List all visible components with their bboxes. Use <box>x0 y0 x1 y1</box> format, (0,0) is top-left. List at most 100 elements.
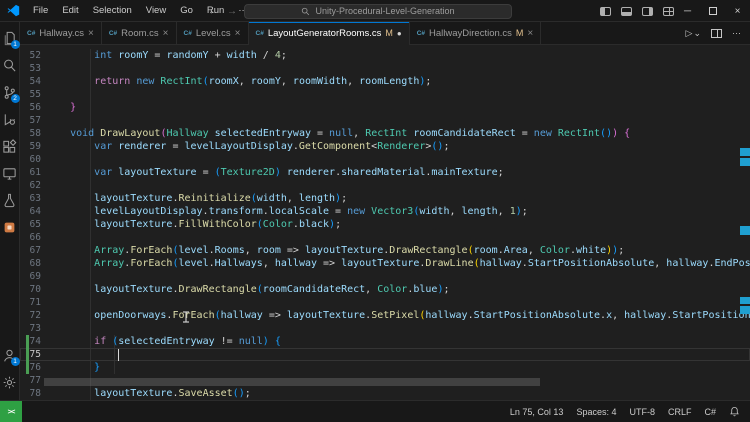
menu-go[interactable]: Go <box>173 0 200 22</box>
sidebar-item-source-control[interactable]: 2 <box>0 79 20 106</box>
tab-hallwaydirection[interactable]: C# HallwayDirection.cs M × <box>410 22 542 44</box>
accounts-button[interactable]: 1 <box>0 342 20 369</box>
sidebar-item-extension-colored[interactable] <box>0 214 20 241</box>
line-number[interactable]: 72 <box>20 309 46 322</box>
notifications-bell-icon[interactable] <box>729 406 740 417</box>
status-eol[interactable]: CRLF <box>668 407 692 417</box>
tab-layoutgeneratorrooms[interactable]: C# LayoutGeneratorRooms.cs M ● <box>249 22 410 44</box>
line-number[interactable]: 64 <box>20 205 46 218</box>
code-line[interactable]: 62 <box>20 179 750 192</box>
sidebar-item-testing[interactable] <box>0 187 20 214</box>
toggle-sidebar-icon[interactable] <box>600 7 611 16</box>
line-number[interactable]: 60 <box>20 153 46 166</box>
code-line[interactable]: 78 layoutTexture.SaveAsset(); <box>20 387 750 400</box>
code-line[interactable]: 57 <box>20 114 750 127</box>
menu-file[interactable]: File <box>26 0 55 22</box>
line-number[interactable]: 73 <box>20 322 46 335</box>
code-line[interactable]: 65 layoutTexture.FillWithColor(Color.bla… <box>20 218 750 231</box>
status-encoding[interactable]: UTF-8 <box>629 407 655 417</box>
code-line[interactable]: 60 <box>20 153 750 166</box>
line-number[interactable]: 65 <box>20 218 46 231</box>
code-line[interactable]: 76 } <box>20 361 750 374</box>
close-tab-icon[interactable]: × <box>527 28 533 39</box>
code-line[interactable]: 55 <box>20 88 750 101</box>
line-number[interactable]: 69 <box>20 270 46 283</box>
line-number[interactable]: 53 <box>20 62 46 75</box>
status-language[interactable]: C# <box>704 407 716 417</box>
code-line[interactable]: 61 var layoutTexture = (Texture2D) rende… <box>20 166 750 179</box>
line-number[interactable]: 74 <box>20 335 46 348</box>
code-line[interactable]: 53 <box>20 62 750 75</box>
sidebar-item-run-debug[interactable] <box>0 106 20 133</box>
code-line[interactable]: 69 <box>20 270 750 283</box>
code-line[interactable]: 74 if (selectedEntryway != null) { <box>20 335 750 348</box>
dirty-indicator-icon[interactable]: ● <box>397 29 402 38</box>
toggle-secondary-sidebar-icon[interactable] <box>642 7 653 16</box>
split-editor-icon[interactable] <box>711 29 722 38</box>
close-tab-icon[interactable]: × <box>235 28 241 39</box>
remote-indicator-button[interactable]: >< <box>0 401 22 422</box>
line-number[interactable]: 58 <box>20 127 46 140</box>
line-number[interactable]: 56 <box>20 101 46 114</box>
line-number[interactable]: 55 <box>20 88 46 101</box>
line-number[interactable]: 57 <box>20 114 46 127</box>
code-line[interactable]: 58 void DrawLayout(Hallway selectedEntry… <box>20 127 750 140</box>
code-line[interactable]: 68 Array.ForEach(level.Hallways, hallway… <box>20 257 750 270</box>
code-line[interactable]: 59 var renderer = levelLayoutDisplay.Get… <box>20 140 750 153</box>
code-line[interactable]: 66 <box>20 231 750 244</box>
code-line[interactable]: 64 levelLayoutDisplay.transform.localSca… <box>20 205 750 218</box>
customize-layout-icon[interactable] <box>663 7 674 16</box>
line-number[interactable]: 78 <box>20 387 46 400</box>
status-indentation[interactable]: Spaces: 4 <box>576 407 616 417</box>
close-tab-icon[interactable]: × <box>163 28 169 39</box>
close-tab-icon[interactable]: × <box>88 28 94 39</box>
code-line[interactable]: 67 Array.ForEach(level.Rooms, room => la… <box>20 244 750 257</box>
code-line[interactable]: 54 return new RectInt(roomX, roomY, room… <box>20 75 750 88</box>
code-line[interactable]: 73 <box>20 322 750 335</box>
window-minimize-button[interactable]: ─ <box>675 0 700 22</box>
tab-room[interactable]: C# Room.cs × <box>102 22 177 44</box>
nav-forward-button[interactable]: → <box>225 6 239 17</box>
line-number[interactable]: 54 <box>20 75 46 88</box>
line-number[interactable]: 75 <box>20 348 46 361</box>
sidebar-item-search[interactable] <box>0 52 20 79</box>
tab-hallway[interactable]: C# Hallway.cs × <box>20 22 102 44</box>
line-number[interactable]: 61 <box>20 166 46 179</box>
code-line[interactable]: 70 layoutTexture.DrawRectangle(roomCandi… <box>20 283 750 296</box>
line-number[interactable]: 63 <box>20 192 46 205</box>
line-number[interactable]: 70 <box>20 283 46 296</box>
code-line[interactable]: 52 int roomY = randomY + width / 4; <box>20 49 750 62</box>
line-number[interactable]: 68 <box>20 257 46 270</box>
horizontal-scrollbar[interactable] <box>44 378 540 386</box>
status-cursor-position[interactable]: Ln 75, Col 13 <box>510 407 564 417</box>
sidebar-item-extensions[interactable] <box>0 133 20 160</box>
code-line[interactable]: 75 <box>20 348 750 361</box>
code-line[interactable]: 56 } <box>20 101 750 114</box>
toggle-panel-icon[interactable] <box>621 7 632 16</box>
command-center[interactable]: Unity-Procedural-Level-Generation <box>244 4 512 19</box>
line-number[interactable]: 59 <box>20 140 46 153</box>
menu-selection[interactable]: Selection <box>86 0 139 22</box>
window-close-button[interactable]: × <box>725 0 750 22</box>
code-line[interactable]: 63 layoutTexture.Reinitialize(width, len… <box>20 192 750 205</box>
line-number[interactable]: 52 <box>20 49 46 62</box>
line-number[interactable]: 77 <box>20 374 46 387</box>
line-number[interactable]: 67 <box>20 244 46 257</box>
more-actions-icon[interactable]: ··· <box>732 28 741 38</box>
line-number[interactable]: 76 <box>20 361 46 374</box>
editor[interactable]: 52 int roomY = randomY + width / 4;5354 … <box>20 45 750 400</box>
run-code-button[interactable]: ▷⌄ <box>686 28 701 39</box>
nav-back-button[interactable]: ← <box>206 6 220 17</box>
menu-edit[interactable]: Edit <box>55 0 85 22</box>
line-number[interactable]: 66 <box>20 231 46 244</box>
code-line[interactable]: 72 openDoorways.ForEach(hallway => layou… <box>20 309 750 322</box>
code-line[interactable]: 71 <box>20 296 750 309</box>
sidebar-item-explorer[interactable]: 1 <box>0 25 20 52</box>
line-number[interactable]: 71 <box>20 296 46 309</box>
sidebar-item-remote-explorer[interactable] <box>0 160 20 187</box>
line-number[interactable]: 62 <box>20 179 46 192</box>
tab-level[interactable]: C# Level.cs × <box>177 22 249 44</box>
window-restore-button[interactable] <box>700 0 725 22</box>
settings-button[interactable] <box>0 369 20 396</box>
menu-view[interactable]: View <box>139 0 173 22</box>
